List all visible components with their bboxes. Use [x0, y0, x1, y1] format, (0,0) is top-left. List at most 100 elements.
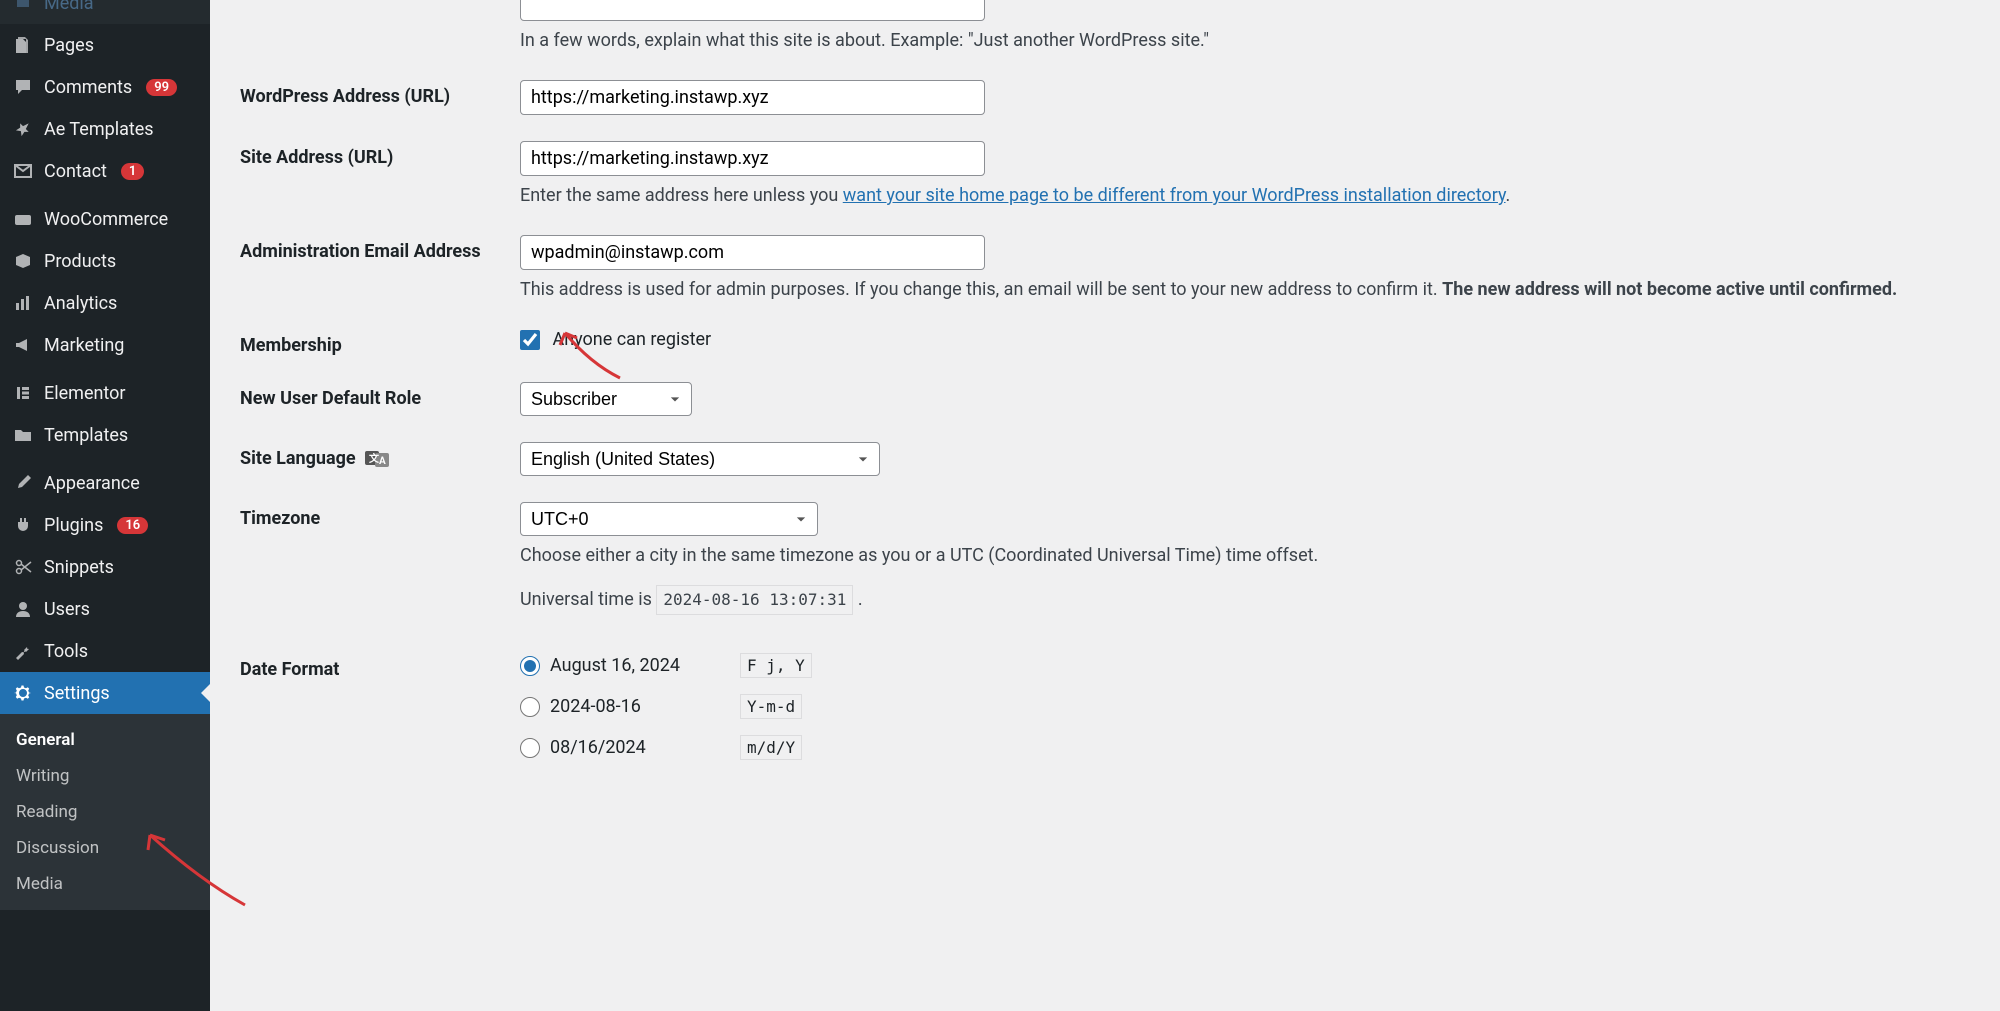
sidebar-item-label: WooCommerce [44, 209, 168, 230]
date-format-display: 2024-08-16 [550, 696, 740, 717]
site-language-label: Site Language 文A [240, 442, 520, 469]
sidebar-item-label: Products [44, 251, 116, 272]
megaphone-icon [12, 334, 34, 356]
sidebar-item-elementor[interactable]: Elementor [0, 372, 210, 414]
wp-address-label: WordPress Address (URL) [240, 80, 520, 107]
translate-icon: 文A [364, 449, 390, 469]
sidebar-item-appearance[interactable]: Appearance [0, 462, 210, 504]
sidebar-item-contact[interactable]: Contact 1 [0, 150, 210, 192]
media-icon [12, 0, 34, 14]
gear-icon [12, 682, 34, 704]
sidebar-item-label: Elementor [44, 383, 126, 404]
plugins-badge: 16 [117, 517, 148, 534]
sidebar-item-pages[interactable]: Pages [0, 24, 210, 66]
sidebar-item-label: Marketing [44, 335, 124, 356]
wp-address-input[interactable] [520, 80, 985, 115]
membership-checkbox-wrapper[interactable]: Anyone can register [520, 329, 711, 350]
svg-text:A: A [379, 456, 386, 467]
site-language-select[interactable]: English (United States) [520, 442, 880, 476]
membership-checkbox-label: Anyone can register [552, 329, 711, 350]
box-icon [12, 250, 34, 272]
utc-time-code: 2024-08-16 13:07:31 [656, 585, 853, 615]
sidebar-item-label: Pages [44, 35, 94, 56]
sidebar-item-label: Comments [44, 77, 132, 98]
site-address-label: Site Address (URL) [240, 141, 520, 168]
sidebar-item-label: Media [44, 0, 94, 14]
date-format-radio-1[interactable] [520, 697, 540, 717]
date-format-radio-2[interactable] [520, 738, 540, 758]
sidebar-item-media[interactable]: Media [0, 0, 210, 24]
elementor-icon [12, 382, 34, 404]
sidebar-item-label: Appearance [44, 473, 140, 494]
submenu-media[interactable]: Media [0, 866, 210, 902]
woo-icon [12, 208, 34, 230]
sidebar-item-label: Settings [44, 683, 110, 704]
scissors-icon [12, 556, 34, 578]
universal-time-display: Universal time is 2024-08-16 13:07:31 . [520, 585, 1970, 615]
plug-icon [12, 514, 34, 536]
date-format-code: F j, Y [740, 653, 812, 678]
sidebar-item-comments[interactable]: Comments 99 [0, 66, 210, 108]
site-address-description: Enter the same address here unless you w… [520, 182, 1970, 209]
comments-badge: 99 [146, 79, 177, 96]
annotation-arrow-general [210, 820, 250, 910]
admin-email-input[interactable] [520, 235, 985, 270]
sidebar-item-plugins[interactable]: Plugins 16 [0, 504, 210, 546]
brush-icon [12, 472, 34, 494]
submenu-discussion[interactable]: Discussion [0, 830, 210, 866]
sidebar-item-label: Plugins [44, 515, 103, 536]
membership-label: Membership [240, 329, 520, 356]
sidebar-item-templates[interactable]: Templates [0, 414, 210, 456]
user-icon [12, 598, 34, 620]
settings-form: In a few words, explain what this site i… [210, 0, 2000, 1011]
admin-email-label: Administration Email Address [240, 235, 520, 262]
date-format-radio-0[interactable] [520, 656, 540, 676]
sidebar-item-analytics[interactable]: Analytics [0, 282, 210, 324]
pin-icon [12, 118, 34, 140]
admin-sidebar: Media Pages Comments 99 Ae Templates Con… [0, 0, 210, 1011]
sidebar-item-label: Snippets [44, 557, 114, 578]
sidebar-item-label: Ae Templates [44, 119, 154, 140]
default-role-select[interactable]: Subscriber [520, 382, 692, 416]
submenu-reading[interactable]: Reading [0, 794, 210, 830]
submenu-writing[interactable]: Writing [0, 758, 210, 794]
timezone-label: Timezone [240, 502, 520, 529]
comments-icon [12, 76, 34, 98]
default-role-label: New User Default Role [240, 382, 520, 409]
sidebar-item-tools[interactable]: Tools [0, 630, 210, 672]
sidebar-item-ae-templates[interactable]: Ae Templates [0, 108, 210, 150]
site-address-input[interactable] [520, 141, 985, 176]
timezone-description: Choose either a city in the same timezon… [520, 542, 1970, 569]
sidebar-item-marketing[interactable]: Marketing [0, 324, 210, 366]
anyone-can-register-checkbox[interactable] [520, 330, 540, 350]
date-format-code: Y-m-d [740, 694, 802, 719]
sidebar-item-label: Users [44, 599, 90, 620]
pages-icon [12, 34, 34, 56]
sidebar-item-settings[interactable]: Settings [0, 672, 210, 714]
sidebar-item-woocommerce[interactable]: WooCommerce [0, 198, 210, 240]
settings-submenu: General Writing Reading Discussion Media [0, 714, 210, 910]
tagline-input[interactable] [520, 0, 985, 21]
mail-icon [12, 160, 34, 182]
timezone-select[interactable]: UTC+0 [520, 502, 818, 536]
contact-badge: 1 [121, 163, 144, 180]
sidebar-item-users[interactable]: Users [0, 588, 210, 630]
date-format-options: August 16, 2024 F j, Y 2024-08-16 Y-m-d … [520, 653, 1970, 776]
folder-icon [12, 424, 34, 446]
tagline-description: In a few words, explain what this site i… [520, 27, 1970, 54]
site-address-help-link[interactable]: want your site home page to be different… [843, 185, 1506, 206]
date-format-label: Date Format [240, 653, 520, 680]
chart-icon [12, 292, 34, 314]
sidebar-item-label: Contact [44, 161, 107, 182]
date-format-display: 08/16/2024 [550, 737, 740, 758]
date-format-display: August 16, 2024 [550, 655, 740, 676]
sidebar-item-label: Analytics [44, 293, 117, 314]
submenu-general[interactable]: General [0, 722, 210, 758]
sidebar-item-label: Templates [44, 425, 128, 446]
sidebar-item-products[interactable]: Products [0, 240, 210, 282]
sidebar-item-label: Tools [44, 641, 88, 662]
date-format-code: m/d/Y [740, 735, 802, 760]
sidebar-item-snippets[interactable]: Snippets [0, 546, 210, 588]
wrench-icon [12, 640, 34, 662]
admin-email-description: This address is used for admin purposes.… [520, 276, 1970, 303]
